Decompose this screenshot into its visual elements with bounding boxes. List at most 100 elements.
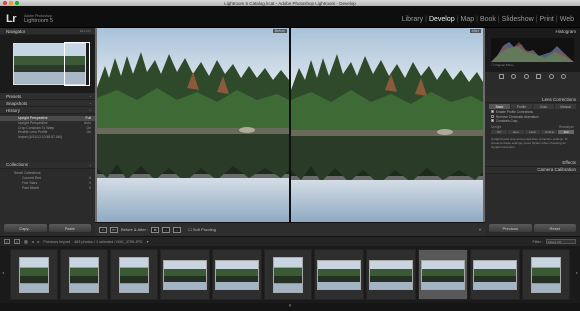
adjustment-brush-icon[interactable] xyxy=(561,73,567,79)
filmstrip-thumbnail[interactable] xyxy=(470,249,520,300)
swap-before-after-icon[interactable]: ↔ xyxy=(173,226,182,233)
reset-button[interactable]: Reset xyxy=(533,224,576,232)
copy-button[interactable]: Copy... xyxy=(4,224,47,232)
histogram-header[interactable]: Histogram xyxy=(485,28,580,35)
snapshots-header[interactable]: Snapshots + xyxy=(0,100,95,107)
navigator-title: Navigator xyxy=(6,28,26,34)
filmstrip-thumbnail[interactable] xyxy=(366,249,416,300)
thumbnail-image xyxy=(531,256,561,293)
before-after-mode-label: Before & After : xyxy=(121,227,149,232)
source-label[interactable]: Previous Import xyxy=(43,240,70,244)
presets-header[interactable]: Presets + xyxy=(0,93,95,100)
add-collection-icon[interactable]: + xyxy=(89,163,91,167)
develop-tool-strip xyxy=(485,72,580,80)
red-eye-tool-icon[interactable] xyxy=(523,73,529,79)
tab-profile[interactable]: Profile xyxy=(511,104,532,109)
navigator-preview[interactable] xyxy=(0,35,95,93)
filter-control: Filter : Filters Off xyxy=(532,239,580,244)
identity-text: Adobe Photoshop Lightroom 5 xyxy=(24,14,53,24)
clear-history-icon[interactable]: × xyxy=(89,108,91,112)
lens-tabs: Basic Profile Color Manual xyxy=(485,103,580,110)
second-window-button[interactable]: 2 xyxy=(14,239,20,244)
lens-corrections-title: Lens Corrections xyxy=(541,96,576,102)
previous-button[interactable]: Previous xyxy=(489,224,532,232)
soft-proofing-checkbox[interactable]: ☐ Soft Proofing xyxy=(188,227,216,232)
filter-select[interactable]: Filters Off xyxy=(546,239,576,244)
collection-item[interactable]: Past Month 0 xyxy=(0,186,95,191)
after-image[interactable]: After xyxy=(291,28,483,222)
filmstrip-thumbnail[interactable] xyxy=(418,249,468,300)
filmstrip-thumbnail[interactable] xyxy=(110,249,158,300)
paste-button[interactable]: Paste xyxy=(48,224,91,232)
thumbnail-image xyxy=(369,259,413,290)
forward-arrow-icon[interactable]: ▸ xyxy=(38,239,40,244)
filmstrip-thumbnail[interactable] xyxy=(264,249,312,300)
filmstrip-thumbnail[interactable] xyxy=(60,249,108,300)
upright-off-button[interactable]: Off xyxy=(491,129,507,134)
filmstrip-thumbnail[interactable] xyxy=(10,249,58,300)
spot-removal-tool-icon[interactable] xyxy=(511,73,517,79)
thumbnail-image xyxy=(273,256,303,293)
module-web[interactable]: Web xyxy=(558,16,576,23)
thumbnail-image xyxy=(421,259,465,290)
swap-settings-icon[interactable]: ⇄ xyxy=(151,226,160,233)
soft-proofing-label: Soft Proofing xyxy=(192,227,216,232)
before-after-view-button[interactable]: XY xyxy=(110,226,118,233)
filmstrip: ◂ ▸ xyxy=(0,246,580,303)
upright-label: Upright xyxy=(491,124,502,129)
right-panel: Histogram ☐ Original Photo Lens Correcti… xyxy=(485,28,580,236)
source-dropdown-icon[interactable]: ▾ xyxy=(147,239,149,244)
constrain-crop-label: Constrain Crop xyxy=(496,119,518,123)
history-item[interactable]: Import (6/11/13 10:58:57 AM) xyxy=(0,135,95,140)
filmstrip-thumbnail[interactable] xyxy=(314,249,364,300)
filmstrip-thumbnail[interactable] xyxy=(212,249,262,300)
effects-title: Effects xyxy=(562,160,576,165)
before-image[interactable]: Before xyxy=(97,28,289,222)
copy-before-to-after-icon[interactable]: → xyxy=(162,226,171,233)
histogram-panel[interactable]: Histogram ☐ Original Photo xyxy=(485,28,580,72)
before-after-view: Before After xyxy=(95,28,485,222)
upright-vertical-button[interactable]: Vertical xyxy=(541,129,558,134)
module-map[interactable]: Map xyxy=(458,16,476,23)
left-buttons: Copy... Paste xyxy=(0,224,95,232)
before-label: Before xyxy=(272,29,287,33)
main-window-button[interactable]: 1 xyxy=(4,239,10,244)
toolbar-menu-chevron-icon[interactable]: ▾ xyxy=(479,227,481,232)
bottom-panel-toggle-icon[interactable]: ▾ xyxy=(0,303,580,311)
tab-color[interactable]: Color xyxy=(533,104,554,109)
tab-manual[interactable]: Manual xyxy=(555,104,576,109)
camera-calibration-header[interactable]: Camera Calibration xyxy=(485,166,580,174)
upright-full-button[interactable]: Full xyxy=(558,129,574,134)
module-slideshow[interactable]: Slideshow xyxy=(500,16,536,23)
module-print[interactable]: Print xyxy=(537,16,555,23)
navigator-zoom-options[interactable]: FILL FIT xyxy=(80,29,91,33)
graduated-filter-icon[interactable] xyxy=(536,73,542,79)
add-snapshot-icon[interactable]: + xyxy=(89,101,91,105)
filmstrip-thumbnails xyxy=(8,249,570,300)
reanalyze-button[interactable]: Reanalyze xyxy=(559,125,574,129)
collections-header[interactable]: Collections + xyxy=(0,161,95,169)
loupe-view-icon[interactable]: ▭ xyxy=(99,226,107,233)
module-develop[interactable]: Develop xyxy=(427,16,457,23)
filmstrip-left-arrow-icon[interactable]: ◂ xyxy=(2,270,4,275)
effects-header[interactable]: Effects xyxy=(485,159,580,167)
upright-auto-button[interactable]: Auto xyxy=(507,129,524,134)
radial-filter-icon[interactable] xyxy=(548,73,554,79)
navigator-view-box[interactable] xyxy=(64,42,90,86)
upright-level-button[interactable]: Level xyxy=(524,129,541,134)
filmstrip-thumbnail[interactable] xyxy=(522,249,570,300)
tab-basic[interactable]: Basic xyxy=(489,104,510,109)
lens-corrections-header[interactable]: Lens Corrections xyxy=(485,96,580,103)
module-book[interactable]: Book xyxy=(478,16,498,23)
module-library[interactable]: Library xyxy=(400,16,425,23)
crop-tool-icon[interactable] xyxy=(498,73,504,79)
navigator-header[interactable]: Navigator FILL FIT xyxy=(0,28,95,35)
grid-icon[interactable]: ▦ xyxy=(24,239,28,244)
filmstrip-right-arrow-icon[interactable]: ▸ xyxy=(576,270,578,275)
collections-title: Collections xyxy=(6,162,29,168)
add-preset-icon[interactable]: + xyxy=(89,94,91,98)
history-header[interactable]: History × xyxy=(0,107,95,114)
original-photo-checkbox[interactable]: ☐ Original Photo xyxy=(491,63,514,67)
back-arrow-icon[interactable]: ◂ xyxy=(32,239,34,244)
filmstrip-thumbnail[interactable] xyxy=(160,249,210,300)
